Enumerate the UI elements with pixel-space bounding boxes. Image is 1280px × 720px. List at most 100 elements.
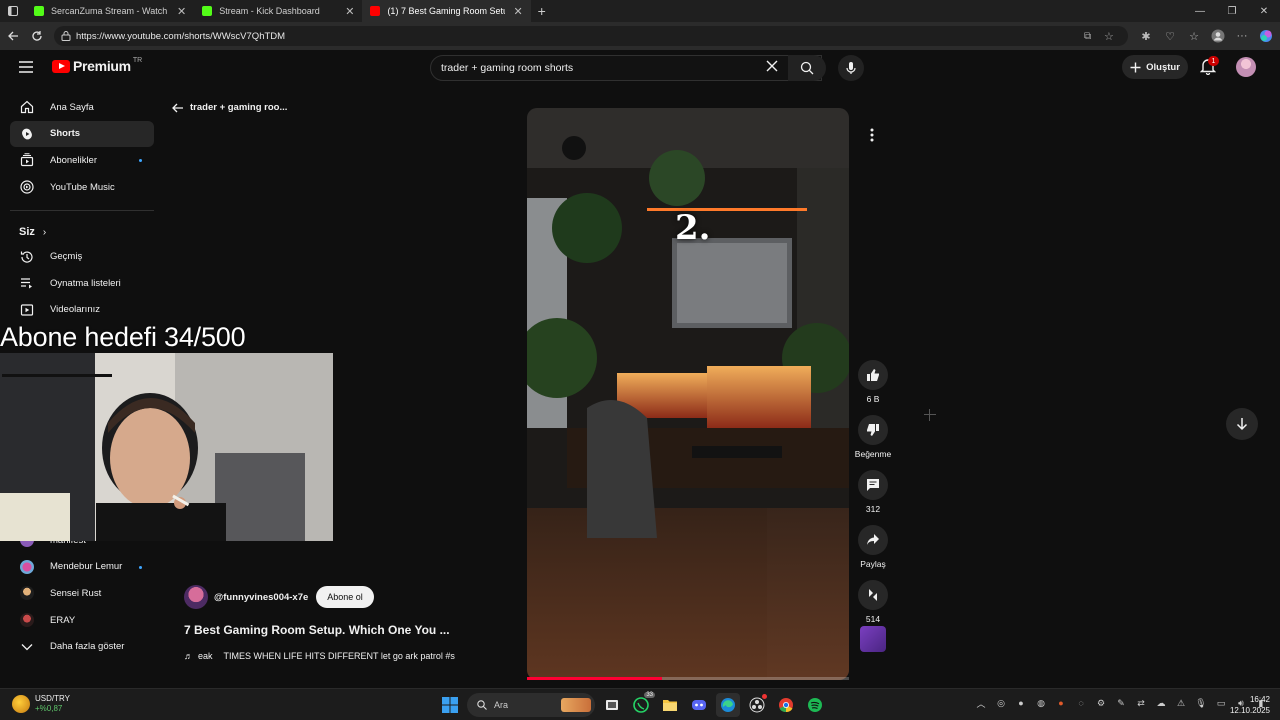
dislike-label: Beğenme [854,449,892,459]
like-action: 6 B [851,360,895,404]
extensions-icon[interactable]: ✱ [1136,26,1156,46]
tab-close-icon[interactable]: ✕ [345,5,354,18]
profile-icon[interactable] [1208,26,1228,46]
tray-app-icon[interactable]: ⚠ [1175,697,1187,709]
browser-tab-kick-stream[interactable]: SercanZuma Stream - Watch Live ✕ [26,0,194,22]
tray-app-icon[interactable]: ● [1015,697,1027,709]
sidebar-item-playlists[interactable]: Oynatma listeleri [10,270,154,297]
sidebar-channel-sensei-rust[interactable]: Sensei Rust [10,580,154,607]
notification-badge: 1 [1208,56,1219,66]
youtube-premium-logo[interactable]: Premium TR [52,57,142,74]
recording-dot [762,694,767,699]
short-video-player[interactable]: 2. [527,108,849,680]
video-progress-bar[interactable] [527,677,849,680]
sidebar-item-youtube-music[interactable]: YouTube Music [10,174,154,201]
edge-browser-icon[interactable] [716,693,740,717]
browser-essentials-icon[interactable]: ♡ [1160,26,1180,46]
taskbar-clock[interactable]: 16:42 12.10.2025 [1222,694,1270,716]
search-button[interactable] [788,55,826,81]
show-more-button[interactable]: Daha fazla göster [10,633,154,660]
favorite-star-icon[interactable]: ☆ [1104,26,1118,46]
discord-icon[interactable] [687,693,711,717]
copilot-icon[interactable] [1256,26,1276,46]
thumbs-down-icon [867,424,879,436]
music-track-text: TIMES WHEN LIFE HITS DIFFERENT let go ar… [223,651,455,661]
browser-tab-youtube[interactable]: (1) 7 Best Gaming Room Setup. W ✕ [362,0,531,22]
steam-icon[interactable]: ⚙ [1095,697,1107,709]
search-input[interactable]: trader + gaming room shorts [430,55,822,81]
tray-app-icon[interactable]: ◌ [1075,697,1087,709]
close-window-icon[interactable]: ✕ [1248,0,1280,22]
account-avatar[interactable] [1236,57,1256,77]
tab-title: (1) 7 Best Gaming Room Setup. W [387,6,505,16]
sidebar-channel-mendebur-lemur[interactable]: Mendebur Lemur [10,554,154,581]
more-options-icon[interactable]: ··· [1232,26,1252,46]
sidebar-item-history[interactable]: Geçmiş [10,243,154,270]
remix-action: 514 [851,580,895,652]
channel-name-link[interactable]: @funnyvines004-x7e [214,592,308,603]
pen-icon[interactable]: ✎ [1115,697,1127,709]
tray-overflow-chevron-icon[interactable]: ︿ [975,697,987,709]
like-button[interactable] [858,360,888,390]
sidebar-item-shorts[interactable]: Shorts [10,120,154,148]
favorites-icon[interactable]: ☆ [1184,26,1204,46]
tray-app-icon[interactable]: ☁ [1155,697,1167,709]
kick-favicon-icon [34,6,44,16]
taskbar-search-input[interactable]: Ara [467,693,595,717]
currency-widget[interactable]: USD/TRY +%0,87 [12,694,70,714]
remix-button[interactable] [858,580,888,610]
site-info-icon[interactable] [61,31,71,41]
browser-tab-kick-dashboard[interactable]: Stream - Kick Dashboard ✕ [194,0,362,22]
more-actions-icon[interactable] [861,124,883,146]
tray-app-icon[interactable]: ◍ [1035,697,1047,709]
spotify-icon[interactable] [803,693,827,717]
comments-button[interactable] [858,470,888,500]
app-install-icon[interactable]: ⧉ [1084,26,1098,46]
menu-icon[interactable] [18,60,34,74]
clock-time: 16:42 [1249,695,1270,704]
tab-close-icon[interactable]: ✕ [513,5,522,18]
microphone-tray-icon[interactable]: 🎙︎ [1195,697,1207,709]
tray-app-icon[interactable]: ⇄ [1135,697,1147,709]
video-progress-fill [527,677,663,680]
short-title[interactable]: 7 Best Gaming Room Setup. Which One You … [184,623,450,637]
channel-avatar[interactable] [184,585,208,609]
url-field[interactable]: https://www.youtube.com/shorts/WWscV7QhT… [54,26,1128,46]
channel-row: @funnyvines004-x7e Abone ol [184,585,374,609]
obs-studio-icon[interactable] [745,693,769,717]
music-line[interactable]: ♬ eak TIMES WHEN LIFE HITS DIFFERENT let… [184,651,484,661]
voice-search-button[interactable] [838,55,864,81]
sound-thumbnail[interactable] [860,626,886,652]
sidebar-item-subscriptions[interactable]: Abonelikler [10,147,154,174]
sidebar-item-your-videos[interactable]: Videolarınız [10,297,154,324]
subscribe-button[interactable]: Abone ol [316,586,374,608]
tab-close-icon[interactable]: ✕ [177,5,186,18]
clear-search-icon[interactable] [765,59,779,73]
new-tab-button[interactable]: + [531,0,553,22]
windows-start-icon[interactable] [438,693,462,717]
sidebar-you-heading[interactable]: Siz › [10,221,154,243]
next-short-button[interactable] [1226,408,1258,440]
task-view-icon[interactable] [600,693,624,717]
sidebar-item-home[interactable]: Ana Sayfa [10,94,154,121]
reload-icon[interactable] [26,25,48,47]
chrome-icon[interactable] [774,693,798,717]
sidebar-channel-eray[interactable]: ERAY [10,607,154,634]
tray-app-icon[interactable]: ◎ [995,697,1007,709]
tab-actions-icon[interactable] [0,0,26,22]
sidebar-item-label: Abonelikler [50,154,97,166]
history-icon [20,250,34,264]
share-button[interactable] [858,525,888,555]
weather-widget-icon [12,695,30,713]
whatsapp-icon[interactable]: 33 [629,692,655,717]
back-to-search-link[interactable]: trader + gaming roo... [172,102,287,113]
back-arrow-icon[interactable] [2,25,24,47]
minimize-icon[interactable]: — [1184,0,1216,22]
browser-toolbar: ✱ ♡ ☆ ··· [1136,26,1276,46]
dislike-button[interactable] [858,415,888,445]
logo-text: Premium [73,58,131,74]
file-explorer-icon[interactable] [658,693,682,717]
maximize-icon[interactable]: ❐ [1216,0,1248,22]
create-button[interactable]: Oluştur [1122,55,1188,79]
tray-app-icon[interactable]: ● [1055,697,1067,709]
